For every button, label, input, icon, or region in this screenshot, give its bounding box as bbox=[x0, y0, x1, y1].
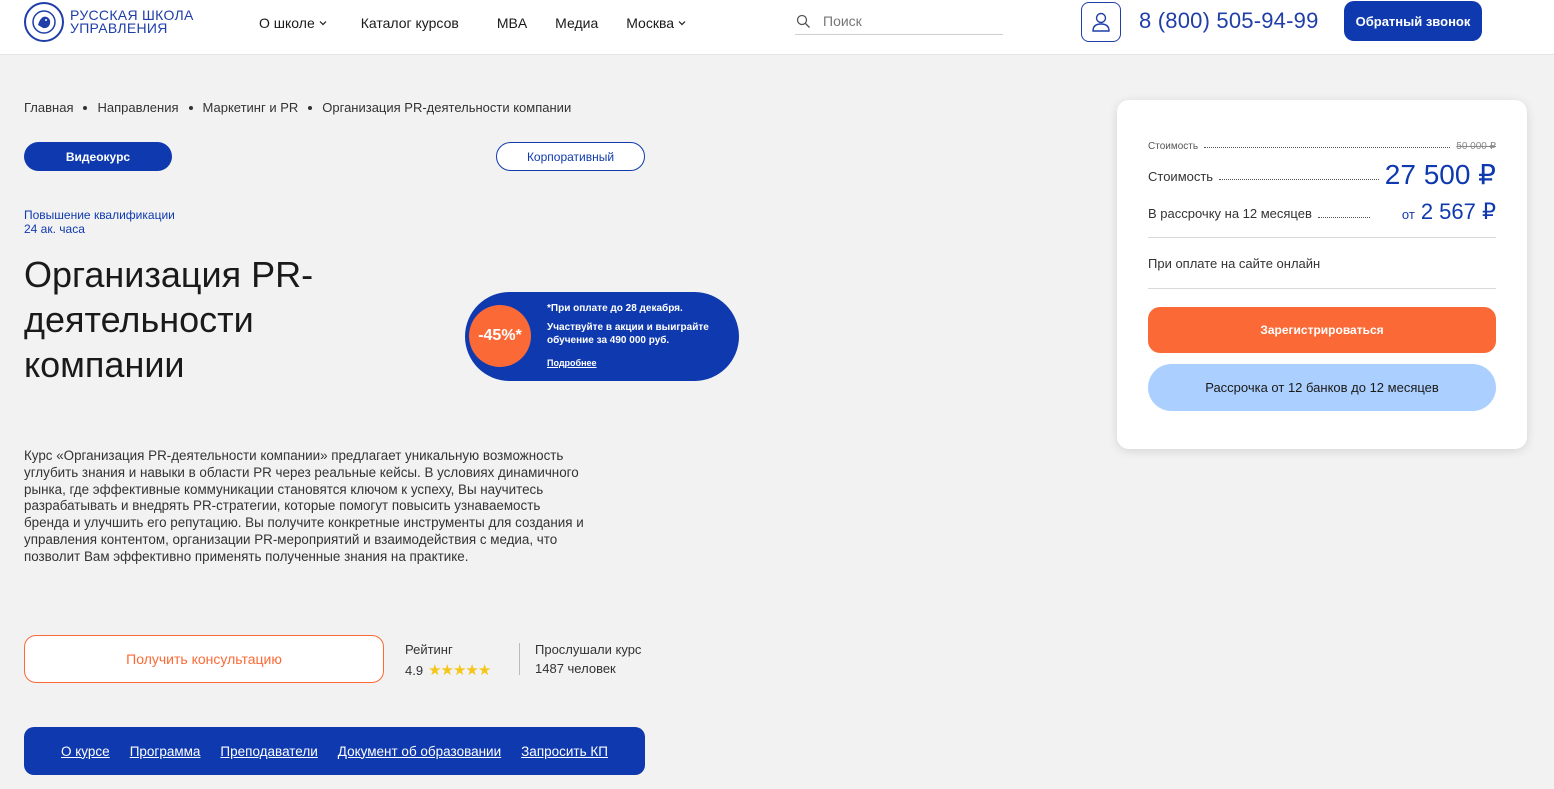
nav-item-label: Каталог курсов bbox=[360, 15, 459, 31]
callback-button[interactable]: Обратный звонок bbox=[1344, 1, 1482, 41]
installment-from: от bbox=[1401, 207, 1415, 222]
nav-item-label: MBA bbox=[496, 15, 528, 31]
breadcrumb-home[interactable]: Главная bbox=[24, 100, 73, 115]
promo-offer: Участвуйте в акции и выиграйте обучение … bbox=[547, 322, 709, 346]
listened-count: 1487 человек bbox=[535, 661, 616, 676]
promo-more-link[interactable]: Подробнее bbox=[547, 358, 597, 368]
promo-deadline: *При оплате до 28 декабря. bbox=[547, 303, 683, 314]
course-nav-document[interactable]: Документ об образовании bbox=[338, 744, 501, 759]
lion-logo-icon bbox=[24, 2, 64, 42]
register-button[interactable]: Зарегистрироваться bbox=[1148, 307, 1496, 353]
site-header: Русская школа управления О школе Каталог… bbox=[0, 0, 1554, 55]
price-card: Стоимость 50 000 ₽ Стоимость 27 500 ₽ В … bbox=[1117, 100, 1527, 449]
old-price-row: Стоимость 50 000 ₽ bbox=[1148, 141, 1496, 152]
logo[interactable]: Русская школа управления bbox=[24, 2, 194, 42]
tag-video-course[interactable]: Видеокурс bbox=[24, 142, 172, 171]
search-icon bbox=[796, 14, 810, 28]
current-price-label: Стоимость bbox=[1148, 169, 1214, 184]
nav-item-about[interactable]: О школе bbox=[259, 14, 327, 32]
get-consultation-button[interactable]: Получить консультацию bbox=[24, 635, 384, 683]
dotted-leader bbox=[1219, 179, 1379, 180]
search-input[interactable] bbox=[823, 13, 993, 29]
listened-label: Прослушали курс bbox=[535, 642, 642, 657]
nav-item-label: Москва bbox=[626, 15, 675, 31]
old-price-value: 50 000 ₽ bbox=[1456, 141, 1496, 152]
user-account-button[interactable] bbox=[1081, 2, 1121, 42]
phone-number[interactable]: 8 (800) 505-94-99 bbox=[1139, 8, 1319, 34]
qualification-hours: 24 ак. часа bbox=[24, 222, 85, 236]
current-price-value: 27 500 ₽ bbox=[1384, 159, 1496, 190]
rating-stars-icon: ★★★★★ bbox=[428, 662, 491, 679]
course-section-nav: О курсе Программа Преподаватели Документ… bbox=[24, 727, 645, 775]
rating-block: Рейтинг 4.9 ★★★★★ bbox=[405, 642, 491, 679]
course-title: Организация PR-деятельности компании bbox=[24, 254, 314, 385]
installment-button[interactable]: Рассрочка от 12 банков до 12 месяцев bbox=[1148, 364, 1496, 411]
divider bbox=[1148, 288, 1496, 289]
tag-corporate[interactable]: Корпоративный bbox=[496, 142, 645, 171]
rating-value: 4.9 bbox=[405, 662, 424, 678]
divider bbox=[1148, 237, 1496, 238]
nav-item-label: Медиа bbox=[555, 15, 599, 31]
course-nav-program[interactable]: Программа bbox=[130, 744, 201, 759]
nav-item-city[interactable]: Москва bbox=[626, 14, 686, 32]
logo-text: Русская школа управления bbox=[70, 8, 194, 36]
breadcrumb: Главная Направления Маркетинг и PR Орган… bbox=[24, 100, 571, 115]
nav-item-mba[interactable]: MBA bbox=[497, 14, 527, 32]
rating-row: 4.9 ★★★★★ bbox=[405, 661, 491, 679]
breadcrumb-current: Организация PR-деятельности компании bbox=[322, 100, 572, 115]
logo-text-line2: управления bbox=[70, 20, 168, 36]
breadcrumb-separator bbox=[188, 105, 193, 110]
installment-label: В рассрочку на 12 месяцев bbox=[1148, 206, 1312, 221]
dotted-leader bbox=[1204, 147, 1451, 148]
course-description: Курс «Организация PR-деятельности компан… bbox=[24, 448, 584, 564]
current-price-row: Стоимость 27 500 ₽ bbox=[1148, 160, 1496, 190]
user-icon bbox=[1092, 12, 1110, 32]
breadcrumb-separator bbox=[83, 105, 88, 110]
breadcrumb-marketing[interactable]: Маркетинг и PR bbox=[203, 100, 299, 115]
promo-text: *При оплате до 28 декабря. Участвуйте в … bbox=[547, 302, 727, 347]
chevron-down-icon bbox=[319, 21, 327, 26]
qualification-type: Повышение квалификации bbox=[24, 208, 175, 222]
nav-item-media[interactable]: Медиа bbox=[555, 14, 598, 32]
pay-online-note: При оплате на сайте онлайн bbox=[1148, 256, 1321, 271]
promo-banner[interactable]: -45%* *При оплате до 28 декабря. Участву… bbox=[465, 292, 739, 381]
discount-badge: -45%* bbox=[469, 305, 531, 367]
course-nav-request-offer[interactable]: Запросить КП bbox=[521, 744, 608, 759]
search-box bbox=[795, 8, 1003, 35]
old-price-label: Стоимость bbox=[1148, 141, 1199, 152]
rating-label: Рейтинг bbox=[405, 642, 453, 657]
breadcrumb-separator bbox=[308, 105, 313, 110]
course-nav-about[interactable]: О курсе bbox=[61, 744, 110, 759]
course-nav-teachers[interactable]: Преподаватели bbox=[220, 744, 317, 759]
installment-price-row: В рассрочку на 12 месяцев от 2 567 ₽ bbox=[1148, 200, 1496, 224]
installment-value: 2 567 ₽ bbox=[1420, 199, 1496, 224]
nav-item-catalog[interactable]: Каталог курсов bbox=[361, 14, 459, 32]
chevron-down-icon bbox=[678, 21, 686, 26]
listened-block: Прослушали курс 1487 человек bbox=[535, 642, 641, 677]
divider bbox=[519, 643, 520, 675]
breadcrumb-directions[interactable]: Направления bbox=[97, 100, 178, 115]
qualification-info: Повышение квалификации 24 ак. часа bbox=[24, 208, 175, 236]
nav-item-label: О школе bbox=[259, 15, 315, 31]
dotted-leader bbox=[1317, 217, 1370, 218]
main-nav: О школе Каталог курсов MBA Медиа Москва bbox=[259, 14, 686, 32]
